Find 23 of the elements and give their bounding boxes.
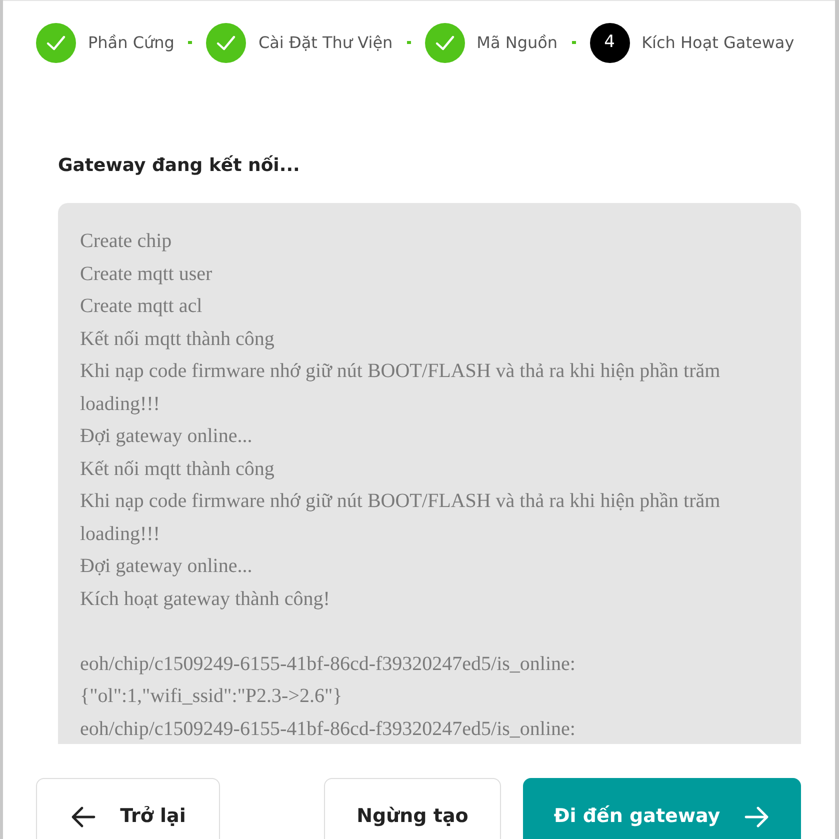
step-label: Kích Hoạt Gateway: [642, 32, 794, 54]
step-label: Cài Đặt Thư Viện: [258, 32, 393, 54]
arrow-right-icon: [744, 806, 770, 828]
log-line: Đợi gateway online...: [80, 424, 254, 449]
log-line: Kết nối mqtt thành công: [80, 326, 276, 352]
stop-button[interactable]: Ngừng tạo: [324, 778, 501, 839]
log-line: Create chip: [80, 229, 173, 254]
step-label: Mã Nguồn: [476, 32, 558, 54]
section-title: Gateway đang kết nối...: [58, 154, 301, 178]
log-line: eoh/chip/c1509249-6155-41bf-86cd-f39320247ed5/is_online:: [80, 716, 576, 742]
log-line: eoh/chip/c1509249-6155-41bf-86cd-f39320247ed5/is_online:: [80, 652, 576, 676]
back-button[interactable]: Trở lại: [36, 778, 220, 839]
log-line: Create mqtt user: [80, 262, 214, 286]
log-line: Kích hoạt gateway thành công!: [80, 586, 331, 612]
step-label: Phần Cứng: [88, 32, 174, 54]
log-line: Create mqtt acl: [80, 294, 204, 319]
log-line: {"ol":1,"wifi_ssid":"P2.3->2.6"}: [80, 684, 344, 709]
log-line: Khi nạp code firmware nhớ giữ nút BOOT/FLASH và thả ra khi hiện phần trăm loading!!!: [80, 489, 722, 546]
step-number: 4: [590, 22, 630, 62]
log-line: Kết nối mqtt thành công: [80, 456, 276, 482]
log-line: Khi nạp code firmware nhớ giữ nút BOOT/FLASH và thả ra khi hiện phần trăm loading!!!: [80, 359, 722, 416]
log-line: Đợi gateway online...: [80, 554, 254, 579]
arrow-left-icon: [70, 806, 96, 828]
